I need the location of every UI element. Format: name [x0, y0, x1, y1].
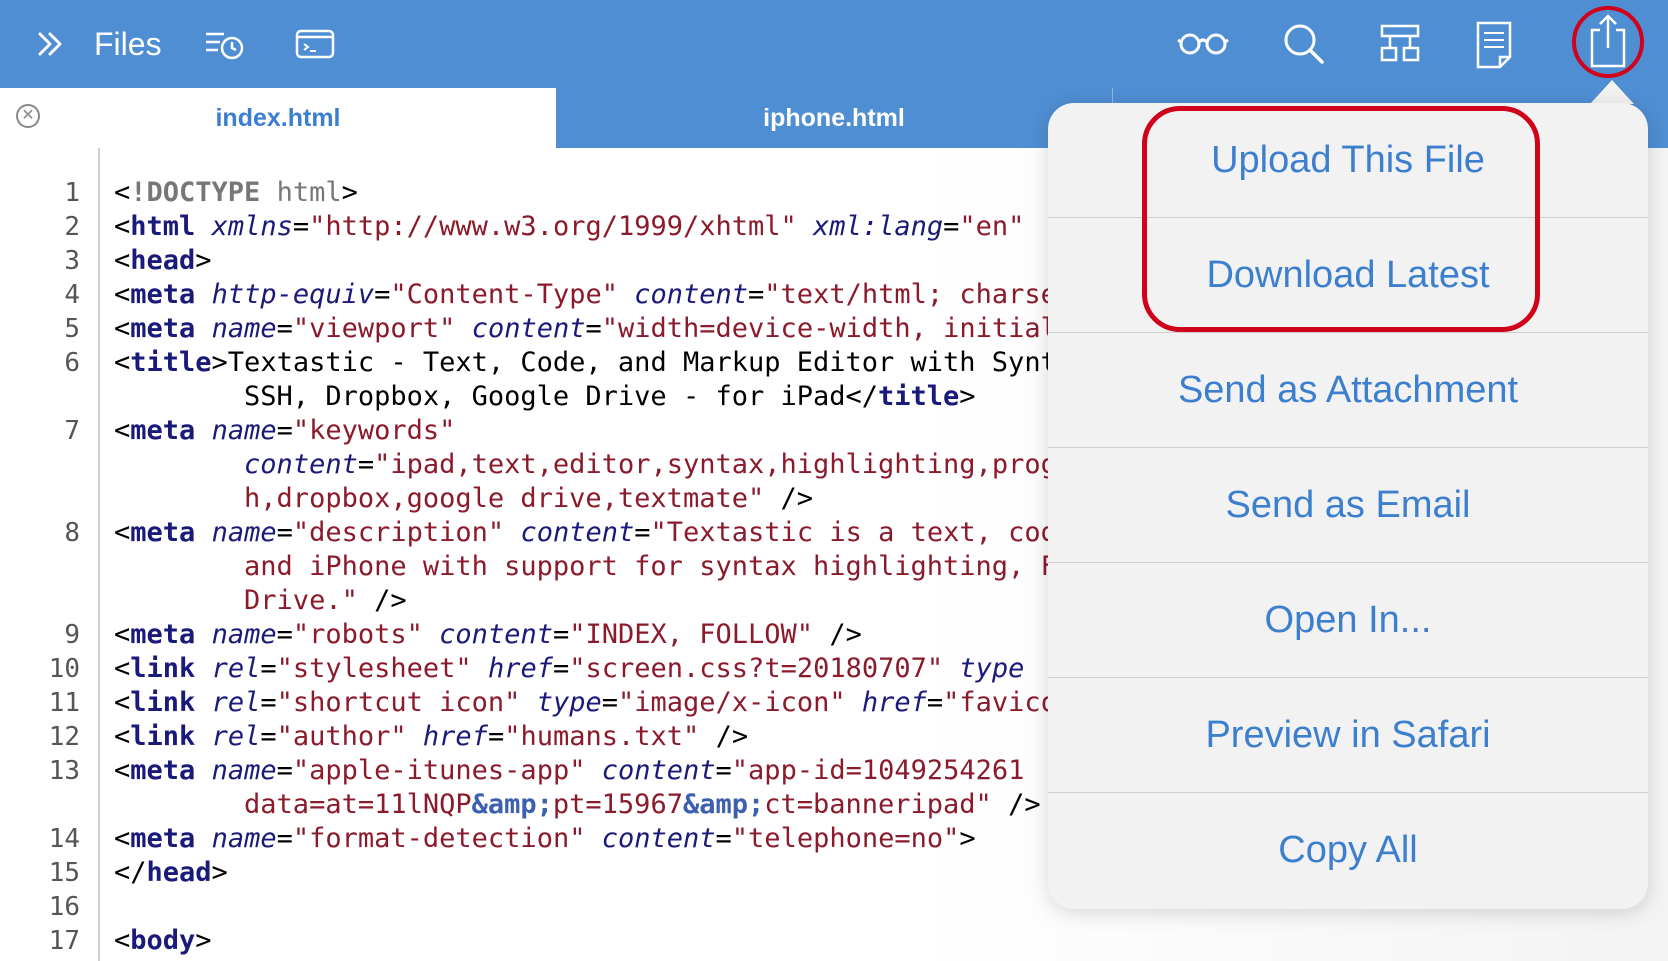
top-toolbar: Files	[0, 0, 1668, 88]
line-number: 12	[48, 722, 80, 752]
upload-download-highlight	[1142, 106, 1540, 332]
code-line: and iPhone with support for syntax highl…	[114, 551, 1054, 582]
reader-glasses-icon[interactable]	[1176, 29, 1230, 59]
code-line: <meta name="format-detection" content="t…	[114, 823, 976, 854]
line-number: 3	[64, 246, 80, 276]
open-in-button[interactable]: Open In...	[1048, 563, 1648, 677]
close-tab-icon[interactable]: ✕	[16, 104, 40, 128]
tab-iphone-html[interactable]: iphone.html	[556, 88, 1112, 148]
code-line: h,dropbox,google drive,textmate" />	[114, 483, 813, 514]
copy-all-button[interactable]: Copy All	[1048, 793, 1648, 907]
line-number: 10	[48, 654, 80, 684]
line-number: 13	[48, 756, 80, 786]
code-line: <body>	[114, 925, 212, 956]
line-number: 8	[64, 518, 80, 548]
code-line: SSH, Dropbox, Google Drive - for iPad</t…	[114, 381, 976, 412]
code-line: Drive." />	[114, 585, 407, 616]
line-number: 2	[64, 212, 80, 242]
code-line: <head>	[114, 245, 212, 276]
line-number: 15	[48, 858, 80, 888]
preview-in-safari-button[interactable]: Preview in Safari	[1048, 678, 1648, 792]
code-line: <meta http-equiv="Content-Type" content=…	[114, 279, 1054, 310]
line-number: 1	[64, 178, 80, 208]
line-number-gutter: 1 2 3 4 5 6 7 8 9 10 11 12 13 14 15 16 1…	[0, 148, 100, 961]
code-text-area[interactable]: <!DOCTYPE html> <html xmlns="http://www.…	[114, 148, 1054, 961]
popover-arrow	[1590, 80, 1634, 104]
tab-label: iphone.html	[763, 104, 905, 132]
toolbar-left-group: Files	[32, 0, 336, 88]
line-number: 9	[64, 620, 80, 650]
code-line: <!DOCTYPE html>	[114, 177, 358, 208]
symbols-structure-icon[interactable]	[1378, 22, 1422, 66]
send-as-email-button[interactable]: Send as Email	[1048, 448, 1648, 562]
line-number: 7	[64, 416, 80, 446]
line-number: 4	[64, 280, 80, 310]
document-info-icon[interactable]	[1474, 19, 1514, 69]
code-line: <meta name="robots" content="INDEX, FOLL…	[114, 619, 862, 650]
send-as-attachment-button[interactable]: Send as Attachment	[1048, 333, 1648, 447]
code-line: </head>	[114, 857, 228, 888]
code-line: content="ipad,text,editor,syntax,highlig…	[244, 449, 1054, 480]
code-line: <meta name="viewport" content="width=dev…	[114, 313, 1054, 344]
code-line: <link rel="shortcut icon" type="image/x-…	[114, 687, 1054, 718]
toolbar-right-group	[1176, 0, 1514, 88]
code-line: <meta name="apple-itunes-app" content="a…	[114, 755, 1025, 786]
line-number: 5	[64, 314, 80, 344]
code-line: <meta name="keywords"	[114, 415, 456, 446]
files-button[interactable]: Files	[94, 26, 162, 63]
line-number: 6	[64, 348, 80, 378]
search-icon[interactable]	[1282, 22, 1326, 66]
code-line: <link rel="author" href="humans.txt" />	[114, 721, 749, 752]
code-line: <html xmlns="http://www.w3.org/1999/xhtm…	[114, 211, 1025, 242]
line-number: 14	[48, 824, 80, 854]
recent-files-icon[interactable]	[202, 26, 246, 62]
tab-index-html[interactable]: index.html ✕	[0, 88, 556, 148]
code-line: <meta name="description" content="Textas…	[114, 517, 1054, 548]
line-number: 17	[48, 926, 80, 956]
share-highlight-circle	[1572, 6, 1644, 78]
code-line: <title>Textastic - Text, Code, and Marku…	[114, 347, 1054, 378]
tab-label: index.html	[215, 104, 341, 132]
code-line: data=at=11lNQP&amp;pt=15967&amp;ct=banne…	[114, 789, 1041, 820]
terminal-icon[interactable]	[294, 27, 336, 61]
code-line: <link rel="stylesheet" href="screen.css?…	[114, 653, 1025, 684]
line-number: 11	[48, 688, 80, 718]
double-chevron-icon[interactable]	[32, 26, 68, 62]
line-number: 16	[48, 892, 80, 922]
